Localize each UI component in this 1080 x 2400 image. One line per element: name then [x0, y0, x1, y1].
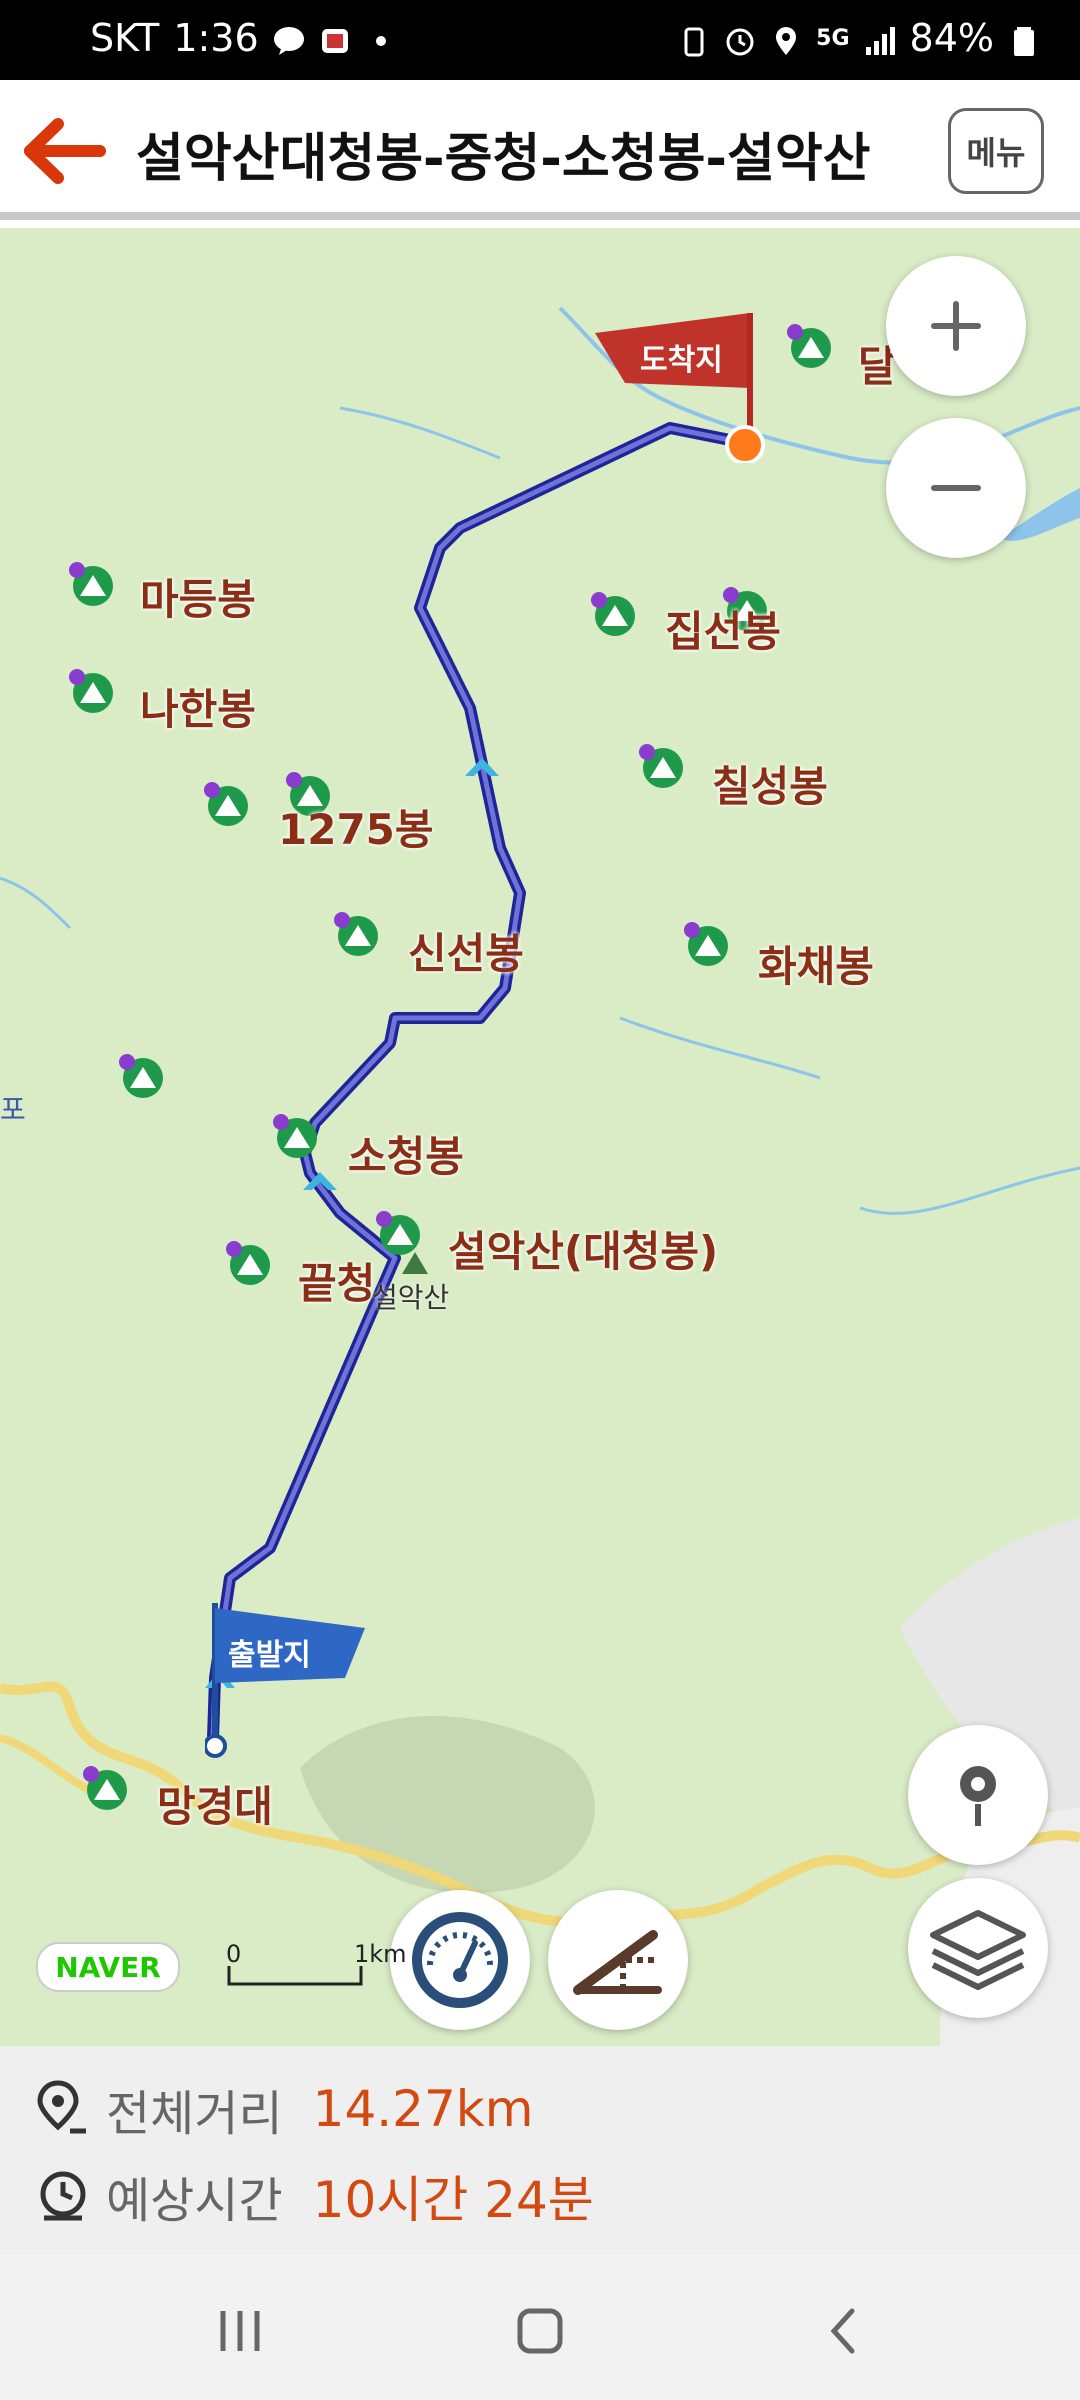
zoom-out-button[interactable]	[886, 418, 1026, 558]
distance-label: 전체거리	[106, 2086, 283, 2142]
mountain-icon	[69, 669, 113, 713]
summit-marker-icon	[402, 1252, 428, 1274]
menu-button[interactable]: 메뉴	[948, 108, 1044, 194]
time-label: 예상시간	[106, 2173, 283, 2229]
mountain-icon	[684, 922, 728, 966]
time-value: 10시간 24분	[312, 2171, 594, 2229]
mountain-icon	[119, 1054, 163, 1098]
naver-logo: NAVER	[36, 1942, 180, 1992]
map-view[interactable]: 도착지 출발지 달 마등봉 집선봉 나한봉 칠성봉 1275봉 신선봉 화채봉 …	[0, 228, 1080, 2046]
slope-icon	[573, 1930, 662, 1995]
page-title: 설악산대청봉-중청-소청봉-설악산	[136, 129, 871, 189]
place-label: 포	[0, 1093, 26, 1126]
battery-text: 84%	[909, 16, 994, 60]
map-scale: 0 1km	[226, 1940, 407, 1988]
plus-icon	[931, 301, 981, 351]
mountain-icon	[273, 1114, 317, 1158]
speedometer-icon	[412, 1912, 508, 2008]
minus-icon	[931, 485, 981, 491]
peak-label: 나한봉	[140, 685, 256, 734]
app-header: 설악산대청봉-중청-소청봉-설악산 메뉴	[0, 80, 1080, 220]
start-flag-icon	[205, 1603, 365, 1758]
network-text: 5G	[816, 25, 850, 51]
peak-label: 칠성봉	[712, 762, 828, 811]
place-label: 설악산	[372, 1281, 450, 1314]
start-flag-label: 출발지	[228, 1638, 311, 1673]
mountain-icon	[591, 592, 635, 636]
signal-icon	[864, 22, 896, 55]
layers-icon	[930, 1910, 1026, 1990]
back-button[interactable]	[20, 116, 110, 186]
dot-icon	[365, 22, 397, 54]
scale-bar	[227, 1966, 363, 1986]
peak-label: 신선봉	[408, 929, 524, 978]
clock-text: 1:36	[173, 16, 259, 60]
zoom-in-button[interactable]	[886, 256, 1026, 396]
chat-icon	[273, 22, 305, 55]
home-button[interactable]	[515, 2306, 565, 2356]
end-flag-label: 도착지	[640, 343, 723, 378]
carrier-text: SKT	[90, 16, 160, 60]
peak-label: 소청봉	[348, 1132, 464, 1181]
peak-label: 끝청	[298, 1259, 376, 1308]
location-icon	[770, 22, 802, 55]
map-pin-icon	[960, 1766, 996, 1826]
status-bar: SKT 1:36 5G 84%	[0, 0, 1080, 80]
recycle-icon	[678, 22, 710, 57]
speed-button[interactable]	[390, 1890, 530, 2030]
peak-label: 화채봉	[758, 942, 874, 991]
end-flag-icon	[595, 313, 765, 463]
notification-icon	[319, 22, 351, 54]
peak-label: 1275봉	[278, 805, 434, 854]
mountain-icon	[226, 1241, 270, 1285]
route-info-panel: 전체거리 14.27km 예상시간 10시간 24분	[0, 2046, 1080, 2254]
mountain-icon	[204, 782, 248, 826]
back-nav-button[interactable]	[820, 2306, 870, 2356]
recent-apps-button[interactable]	[215, 2306, 265, 2356]
peak-label: 설악산(대청봉)	[448, 1227, 719, 1276]
my-location-button[interactable]	[908, 1725, 1048, 1865]
peak-label: 망경대	[157, 1782, 273, 1831]
mountain-icon	[69, 562, 113, 606]
distance-value: 14.27km	[312, 2080, 534, 2138]
peak-label: 마등봉	[140, 575, 256, 624]
battery-icon	[1008, 22, 1040, 56]
alarm-icon	[724, 22, 756, 56]
mountain-icon	[83, 1766, 127, 1810]
back-arrow-icon	[24, 118, 106, 184]
elevation-button[interactable]	[548, 1890, 688, 2030]
peak-label: 집선봉	[665, 607, 781, 656]
mountain-icon	[787, 324, 831, 368]
layers-button[interactable]	[908, 1878, 1048, 2018]
mountain-icon	[639, 744, 683, 788]
clock-icon	[40, 2171, 86, 2221]
distance-icon	[37, 2080, 86, 2134]
mountain-icon	[334, 912, 378, 956]
system-nav-bar	[0, 2254, 1080, 2400]
